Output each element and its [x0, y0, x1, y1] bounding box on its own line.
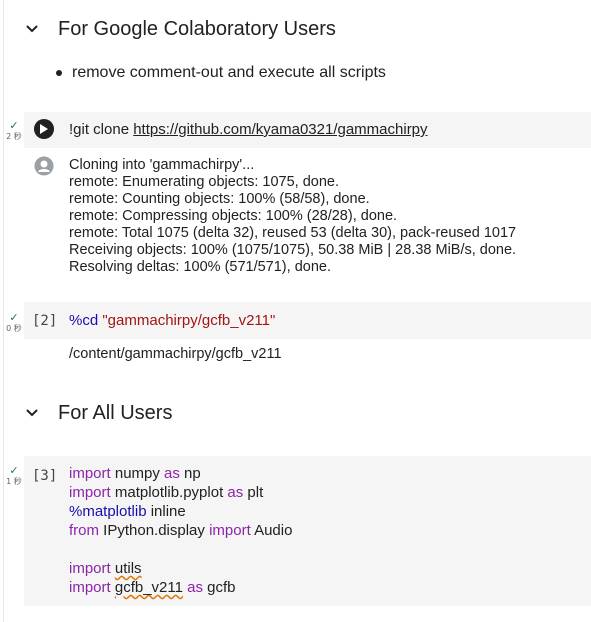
output-line: remote: Enumerating objects: 1075, done.	[69, 174, 340, 190]
section-title: For Google Colaboratory Users	[58, 17, 336, 40]
cell-status: ✓ 1 秒	[3, 466, 25, 486]
code-cell[interactable]: !git clone https://github.com/kyama0321/…	[24, 112, 591, 148]
exec-time: 2 秒	[6, 132, 22, 141]
notebook-left-rule	[3, 0, 4, 622]
output-line: Resolving deltas: 100% (571/571), done.	[69, 259, 331, 275]
section-header-all[interactable]: For All Users	[24, 397, 172, 429]
url-link[interactable]: https://github.com/kyama0321/gammachirpy	[133, 121, 427, 138]
code-line[interactable]: %cd "gammachirpy/gcfb_v211"	[69, 311, 275, 330]
code-line: import numpy as np	[69, 465, 201, 482]
code-cell[interactable]: [2] %cd "gammachirpy/gcfb_v211"	[24, 302, 591, 339]
output-line: Cloning into 'gammachirpy'...	[69, 157, 255, 173]
code-line: import matplotlib.pyplot as plt	[69, 484, 264, 501]
list-item: remove comment-out and execute all scrip…	[56, 64, 386, 82]
output-line: remote: Total 1075 (delta 32), reused 53…	[69, 225, 517, 241]
cell-output: Cloning into 'gammachirpy'... remote: Enu…	[69, 157, 516, 276]
exec-time: 0 秒	[6, 324, 22, 333]
cell-status: ✓ 0 秒	[3, 313, 25, 333]
bullet-icon	[56, 70, 62, 76]
check-icon: ✓	[9, 120, 19, 132]
check-icon: ✓	[9, 312, 19, 324]
output-line: remote: Compressing objects: 100% (28/28…	[69, 208, 398, 224]
code-editor[interactable]: import numpy as np import matplotlib.pyp…	[69, 464, 292, 597]
code-line: import utils	[69, 560, 142, 577]
exec-time: 1 秒	[6, 477, 22, 486]
code-line: import gcfb_v211 as gcfb	[69, 579, 236, 596]
output-line: remote: Counting objects: 100% (58/58), …	[69, 191, 370, 207]
run-button[interactable]	[34, 119, 54, 139]
bullet-text: remove comment-out and execute all scrip…	[72, 64, 386, 81]
chevron-down-icon[interactable]	[24, 405, 40, 421]
output-avatar-icon	[34, 156, 54, 176]
section-title: For All Users	[58, 401, 173, 424]
code-line: %matplotlib inline	[69, 503, 186, 520]
check-icon: ✓	[9, 465, 19, 477]
code-line: from IPython.display import Audio	[69, 522, 293, 539]
chevron-down-icon[interactable]	[24, 21, 40, 37]
code-cell[interactable]: [3] import numpy as np import matplotlib…	[24, 456, 591, 606]
cell-output: /content/gammachirpy/gcfb_v211	[69, 346, 282, 362]
cell-status: ✓ 2 秒	[3, 121, 25, 141]
output-line: Receiving objects: 100% (1075/1075), 50.…	[69, 242, 517, 258]
section-header-google[interactable]: For Google Colaboratory Users	[24, 13, 336, 45]
execution-count[interactable]: [3]	[32, 468, 57, 484]
code-line[interactable]: !git clone https://github.com/kyama0321/…	[69, 120, 428, 139]
execution-count[interactable]: [2]	[32, 313, 57, 329]
